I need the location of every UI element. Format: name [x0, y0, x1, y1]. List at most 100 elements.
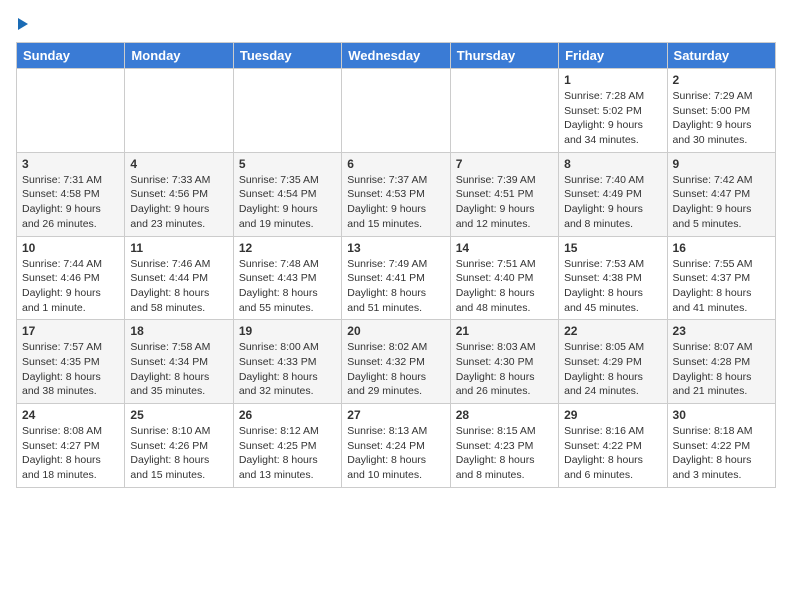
calendar-cell: 19 Sunrise: 8:00 AM Sunset: 4:33 PM Dayli… — [233, 320, 341, 404]
day-info: Sunrise: 7:29 AM Sunset: 5:00 PM Dayligh… — [673, 89, 770, 148]
day-number: 24 — [22, 408, 119, 422]
day-info: Sunrise: 8:12 AM Sunset: 4:25 PM Dayligh… — [239, 424, 336, 483]
day-number: 3 — [22, 157, 119, 171]
calendar-cell: 5Sunrise: 7:35 AM Sunset: 4:54 PM Daylig… — [233, 152, 341, 236]
day-info: Sunrise: 7:55 AM Sunset: 4:37 PM Dayligh… — [673, 257, 770, 316]
day-number: 20 — [347, 324, 444, 338]
day-number: 1 — [564, 73, 661, 87]
day-info: Sunrise: 8:03 AM Sunset: 4:30 PM Dayligh… — [456, 340, 553, 399]
calendar-cell: 1 Sunrise: 7:28 AM Sunset: 5:02 PM Daylig… — [559, 69, 667, 153]
day-info: Sunrise: 7:58 AM Sunset: 4:34 PM Dayligh… — [130, 340, 227, 399]
day-info: Sunrise: 7:37 AM Sunset: 4:53 PM Dayligh… — [347, 173, 444, 232]
calendar-cell: 22 Sunrise: 8:05 AM Sunset: 4:29 PM Dayli… — [559, 320, 667, 404]
day-info: Sunrise: 7:33 AM Sunset: 4:56 PM Dayligh… — [130, 173, 227, 232]
day-number: 16 — [673, 241, 770, 255]
day-info: Sunrise: 8:07 AM Sunset: 4:28 PM Dayligh… — [673, 340, 770, 399]
calendar-day-header: Friday — [559, 43, 667, 69]
day-info: Sunrise: 8:13 AM Sunset: 4:24 PM Dayligh… — [347, 424, 444, 483]
calendar-cell — [233, 69, 341, 153]
day-info: Sunrise: 8:16 AM Sunset: 4:22 PM Dayligh… — [564, 424, 661, 483]
day-info: Sunrise: 7:57 AM Sunset: 4:35 PM Dayligh… — [22, 340, 119, 399]
day-info: Sunrise: 7:40 AM Sunset: 4:49 PM Dayligh… — [564, 173, 661, 232]
day-info: Sunrise: 8:10 AM Sunset: 4:26 PM Dayligh… — [130, 424, 227, 483]
day-number: 21 — [456, 324, 553, 338]
calendar-cell: 30Sunrise: 8:18 AM Sunset: 4:22 PM Dayli… — [667, 404, 775, 488]
calendar-cell: 14 Sunrise: 7:51 AM Sunset: 4:40 PM Dayli… — [450, 236, 558, 320]
day-number: 23 — [673, 324, 770, 338]
calendar-cell: 27 Sunrise: 8:13 AM Sunset: 4:24 PM Dayli… — [342, 404, 450, 488]
calendar-cell: 6Sunrise: 7:37 AM Sunset: 4:53 PM Daylig… — [342, 152, 450, 236]
calendar-day-header: Wednesday — [342, 43, 450, 69]
day-number: 18 — [130, 324, 227, 338]
calendar-cell: 15 Sunrise: 7:53 AM Sunset: 4:38 PM Dayli… — [559, 236, 667, 320]
calendar-cell — [342, 69, 450, 153]
calendar-cell: 26Sunrise: 8:12 AM Sunset: 4:25 PM Dayli… — [233, 404, 341, 488]
calendar-cell: 4 Sunrise: 7:33 AM Sunset: 4:56 PM Daylig… — [125, 152, 233, 236]
day-number: 19 — [239, 324, 336, 338]
day-info: Sunrise: 7:44 AM Sunset: 4:46 PM Dayligh… — [22, 257, 119, 316]
calendar-day-header: Monday — [125, 43, 233, 69]
day-info: Sunrise: 7:49 AM Sunset: 4:41 PM Dayligh… — [347, 257, 444, 316]
calendar-cell: 18 Sunrise: 7:58 AM Sunset: 4:34 PM Dayli… — [125, 320, 233, 404]
day-number: 17 — [22, 324, 119, 338]
calendar-cell — [450, 69, 558, 153]
calendar-cell: 25 Sunrise: 8:10 AM Sunset: 4:26 PM Dayli… — [125, 404, 233, 488]
day-number: 4 — [130, 157, 227, 171]
day-info: Sunrise: 8:05 AM Sunset: 4:29 PM Dayligh… — [564, 340, 661, 399]
calendar-cell: 12 Sunrise: 7:48 AM Sunset: 4:43 PM Dayli… — [233, 236, 341, 320]
day-info: Sunrise: 8:15 AM Sunset: 4:23 PM Dayligh… — [456, 424, 553, 483]
day-info: Sunrise: 8:08 AM Sunset: 4:27 PM Dayligh… — [22, 424, 119, 483]
day-number: 28 — [456, 408, 553, 422]
day-info: Sunrise: 7:31 AM Sunset: 4:58 PM Dayligh… — [22, 173, 119, 232]
day-number: 30 — [673, 408, 770, 422]
calendar-cell: 23 Sunrise: 8:07 AM Sunset: 4:28 PM Dayli… — [667, 320, 775, 404]
day-number: 11 — [130, 241, 227, 255]
logo — [16, 16, 28, 30]
calendar-cell: 9 Sunrise: 7:42 AM Sunset: 4:47 PM Daylig… — [667, 152, 775, 236]
calendar-day-header: Tuesday — [233, 43, 341, 69]
calendar-cell: 29 Sunrise: 8:16 AM Sunset: 4:22 PM Dayli… — [559, 404, 667, 488]
day-number: 29 — [564, 408, 661, 422]
day-number: 10 — [22, 241, 119, 255]
calendar-day-header: Thursday — [450, 43, 558, 69]
calendar-week-row: 17 Sunrise: 7:57 AM Sunset: 4:35 PM Dayli… — [17, 320, 776, 404]
calendar-cell: 7Sunrise: 7:39 AM Sunset: 4:51 PM Daylig… — [450, 152, 558, 236]
calendar-cell: 13 Sunrise: 7:49 AM Sunset: 4:41 PM Dayli… — [342, 236, 450, 320]
day-info: Sunrise: 8:02 AM Sunset: 4:32 PM Dayligh… — [347, 340, 444, 399]
calendar-table: SundayMondayTuesdayWednesdayThursdayFrid… — [16, 42, 776, 488]
day-number: 13 — [347, 241, 444, 255]
calendar-cell: 2 Sunrise: 7:29 AM Sunset: 5:00 PM Daylig… — [667, 69, 775, 153]
day-info: Sunrise: 7:53 AM Sunset: 4:38 PM Dayligh… — [564, 257, 661, 316]
calendar-cell: 3 Sunrise: 7:31 AM Sunset: 4:58 PM Daylig… — [17, 152, 125, 236]
day-number: 27 — [347, 408, 444, 422]
calendar-day-header: Sunday — [17, 43, 125, 69]
calendar-cell — [125, 69, 233, 153]
day-number: 25 — [130, 408, 227, 422]
calendar-cell: 24 Sunrise: 8:08 AM Sunset: 4:27 PM Dayli… — [17, 404, 125, 488]
day-number: 9 — [673, 157, 770, 171]
day-number: 7 — [456, 157, 553, 171]
page-header — [16, 16, 776, 30]
calendar-cell: 20 Sunrise: 8:02 AM Sunset: 4:32 PM Dayli… — [342, 320, 450, 404]
calendar-cell — [17, 69, 125, 153]
calendar-cell: 16 Sunrise: 7:55 AM Sunset: 4:37 PM Dayli… — [667, 236, 775, 320]
calendar-cell: 17 Sunrise: 7:57 AM Sunset: 4:35 PM Dayli… — [17, 320, 125, 404]
day-info: Sunrise: 7:48 AM Sunset: 4:43 PM Dayligh… — [239, 257, 336, 316]
calendar-cell: 10 Sunrise: 7:44 AM Sunset: 4:46 PM Dayli… — [17, 236, 125, 320]
day-number: 15 — [564, 241, 661, 255]
day-number: 2 — [673, 73, 770, 87]
calendar-cell: 8 Sunrise: 7:40 AM Sunset: 4:49 PM Daylig… — [559, 152, 667, 236]
calendar-header-row: SundayMondayTuesdayWednesdayThursdayFrid… — [17, 43, 776, 69]
calendar-cell: 28 Sunrise: 8:15 AM Sunset: 4:23 PM Dayli… — [450, 404, 558, 488]
day-number: 8 — [564, 157, 661, 171]
logo-arrow-icon — [18, 18, 28, 30]
day-number: 22 — [564, 324, 661, 338]
day-number: 14 — [456, 241, 553, 255]
day-info: Sunrise: 7:51 AM Sunset: 4:40 PM Dayligh… — [456, 257, 553, 316]
calendar-day-header: Saturday — [667, 43, 775, 69]
day-info: Sunrise: 8:00 AM Sunset: 4:33 PM Dayligh… — [239, 340, 336, 399]
day-info: Sunrise: 7:28 AM Sunset: 5:02 PM Dayligh… — [564, 89, 661, 148]
day-info: Sunrise: 7:42 AM Sunset: 4:47 PM Dayligh… — [673, 173, 770, 232]
day-number: 12 — [239, 241, 336, 255]
calendar-week-row: 10 Sunrise: 7:44 AM Sunset: 4:46 PM Dayli… — [17, 236, 776, 320]
